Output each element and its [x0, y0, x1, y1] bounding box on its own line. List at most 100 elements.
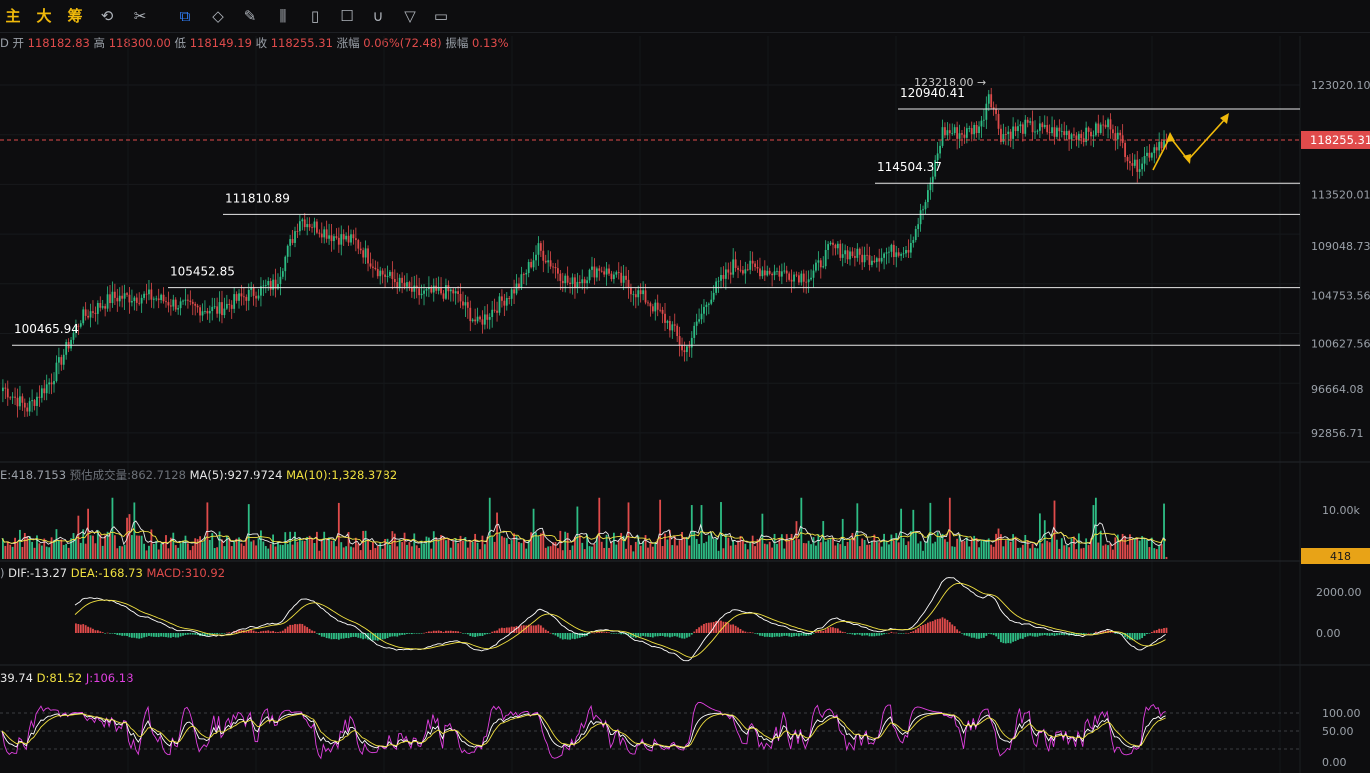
macd-bar — [1153, 630, 1156, 633]
macd-bar — [873, 633, 876, 637]
macd-bar — [759, 633, 761, 636]
macd-bar — [160, 633, 163, 637]
volume-bar — [756, 539, 759, 559]
macd-bar — [664, 633, 666, 637]
macd-bar — [350, 633, 352, 638]
filter-icon[interactable]: ▽ — [400, 6, 420, 26]
candle — [1141, 163, 1144, 170]
candle — [350, 234, 352, 243]
macd-bar — [995, 633, 997, 637]
macd-bar — [172, 633, 175, 637]
volume-bar — [301, 540, 304, 559]
price-chart[interactable]: 120940.41 114504.37 111810.89 105452.85 1004… — [0, 0, 1370, 773]
ruler-icon[interactable]: ◇ — [208, 6, 228, 26]
pin-icon[interactable]: ✂ — [130, 6, 150, 26]
candle — [233, 294, 236, 309]
macd-bar — [435, 630, 438, 633]
candle — [1090, 131, 1092, 137]
candle — [878, 258, 881, 262]
grid — [0, 36, 1300, 773]
candle — [126, 293, 128, 295]
macd-bar — [1129, 633, 1131, 640]
volume-bar — [547, 546, 550, 559]
candle — [491, 309, 494, 318]
macd-bar — [681, 633, 683, 639]
volume-bar — [1155, 549, 1158, 559]
macd-bar — [1060, 633, 1063, 635]
macd-bar — [707, 622, 710, 633]
candle — [1021, 124, 1024, 134]
macd-bar — [588, 633, 591, 635]
volume-ma5-line — [1, 520, 1166, 547]
volume-bar — [510, 540, 513, 559]
volume-bar — [204, 536, 206, 559]
candle — [970, 128, 973, 135]
macd-bar — [622, 633, 625, 635]
macd-bar — [754, 633, 756, 634]
macd-bar — [77, 624, 80, 633]
candle — [165, 301, 167, 303]
candle — [286, 245, 289, 257]
macd-bar — [408, 633, 411, 634]
candle — [279, 276, 282, 285]
macd-bar — [208, 633, 211, 636]
macd-bar — [922, 624, 924, 633]
macd-bar — [902, 633, 905, 634]
candle — [430, 287, 433, 293]
candle — [515, 283, 518, 294]
volume-bar — [393, 533, 396, 559]
volume-bar — [929, 502, 932, 559]
volume-bar — [1087, 545, 1090, 559]
candle — [53, 381, 55, 385]
macd-bar — [138, 633, 141, 639]
macd-bar — [367, 633, 369, 640]
volume-bar — [333, 540, 335, 559]
magnet-icon[interactable]: ∪ — [368, 6, 388, 26]
macd-bar — [625, 633, 627, 635]
candle — [316, 221, 318, 233]
volume-bar — [1017, 547, 1019, 559]
compare-icon[interactable]: ⧉ — [175, 6, 195, 26]
volume-bar — [559, 530, 562, 559]
candle — [759, 268, 761, 277]
macd-bar — [530, 625, 533, 633]
rotate-icon[interactable]: ⟲ — [97, 6, 117, 26]
candlestick-icon[interactable]: ⫼ — [273, 6, 293, 26]
toolbar-text-button-1[interactable]: 大 — [35, 6, 53, 26]
candle — [1087, 127, 1090, 132]
candle — [1131, 163, 1134, 166]
arrowhead — [1166, 132, 1175, 142]
candle — [802, 273, 805, 282]
macd-bar — [150, 633, 153, 637]
macd-bar — [267, 630, 270, 633]
volume-bar — [712, 538, 715, 559]
candle — [795, 274, 798, 276]
trash-icon[interactable]: ▭ — [431, 6, 451, 26]
candle — [1112, 129, 1114, 134]
macd-bar — [732, 624, 735, 633]
ma10-value: MA(10):1,328.3782 — [286, 468, 398, 482]
clipboard-icon[interactable]: ▯ — [305, 6, 325, 26]
edit-note-icon[interactable]: ☐ — [337, 6, 357, 26]
macd-bar — [948, 622, 951, 633]
toolbar-text-button-2[interactable]: 筹 — [66, 6, 84, 26]
macd-bar — [722, 621, 725, 633]
macd-bar — [1053, 633, 1056, 637]
macd-bar — [347, 633, 350, 639]
volume-bar — [277, 541, 279, 559]
macd-bar — [260, 631, 262, 633]
candle — [1092, 135, 1095, 137]
macd-bar — [895, 632, 898, 634]
volume-bar — [11, 546, 14, 559]
macd-bar — [79, 624, 82, 633]
brush-icon[interactable]: ✎ — [240, 6, 260, 26]
candle — [948, 130, 951, 134]
volume-bar — [793, 540, 795, 559]
volume-bar — [817, 534, 820, 559]
candle — [510, 289, 513, 299]
toolbar-text-button-0[interactable]: 主 — [4, 6, 22, 26]
candle — [325, 229, 328, 239]
candle — [194, 303, 197, 306]
volume-bar — [464, 537, 467, 559]
volume-bars — [2, 497, 1168, 559]
